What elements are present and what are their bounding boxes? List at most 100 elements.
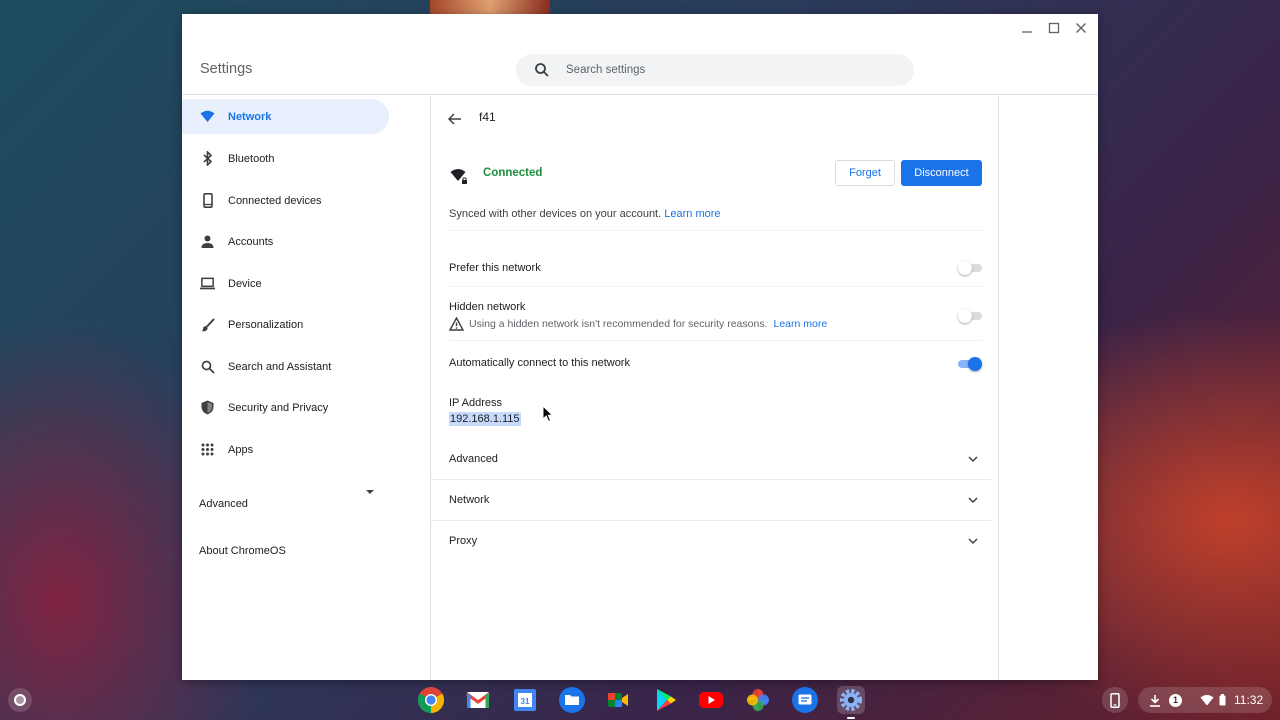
chevron-down-icon bbox=[968, 538, 978, 545]
divider bbox=[431, 520, 991, 521]
shelf-app-play-store[interactable] bbox=[651, 686, 679, 714]
network-section[interactable]: Network bbox=[449, 490, 983, 510]
wallpaper-accent bbox=[430, 0, 550, 14]
advanced-section[interactable]: Advanced bbox=[449, 449, 983, 469]
settings-window: Settings Network Bluetooth Connected dev… bbox=[182, 14, 1098, 680]
network-detail-page: f41 Connected Forget Disconnect Synced w… bbox=[431, 96, 999, 680]
auto-connect-toggle[interactable] bbox=[958, 357, 982, 371]
status-tray[interactable]: 1 11:32 bbox=[1138, 687, 1272, 713]
shelf-app-photos[interactable] bbox=[744, 686, 772, 714]
download-icon bbox=[1149, 694, 1161, 707]
shelf-app-settings[interactable] bbox=[837, 686, 865, 714]
sidebar: Network Bluetooth Connected devices Acco… bbox=[182, 96, 431, 680]
sidebar-item-personalization[interactable]: Personalization bbox=[182, 307, 389, 342]
apps-grid-icon bbox=[200, 442, 215, 457]
search-icon bbox=[200, 359, 215, 374]
mouse-cursor-icon bbox=[542, 405, 554, 423]
gmail-icon bbox=[466, 692, 490, 708]
section-label: Network bbox=[449, 494, 490, 506]
sidebar-item-label: Bluetooth bbox=[228, 152, 275, 165]
phone-hub-button[interactable] bbox=[1102, 687, 1128, 713]
sidebar-item-label: Device bbox=[228, 277, 262, 290]
sidebar-advanced[interactable]: Advanced bbox=[199, 498, 248, 510]
files-folder-icon bbox=[559, 687, 585, 713]
sidebar-item-label: Connected devices bbox=[228, 194, 322, 207]
battery-icon bbox=[1219, 694, 1226, 706]
ip-address-value[interactable]: 192.168.1.115 bbox=[449, 412, 521, 426]
phone-icon bbox=[1110, 692, 1120, 708]
back-button[interactable] bbox=[445, 109, 465, 129]
notification-count-badge: 1 bbox=[1169, 693, 1182, 707]
wifi-secure-icon bbox=[450, 169, 467, 184]
sidebar-item-label: Network bbox=[228, 110, 272, 123]
chevron-down-icon bbox=[968, 497, 978, 504]
divider bbox=[449, 340, 983, 341]
shelf-app-files[interactable] bbox=[558, 686, 586, 714]
search-settings-box[interactable] bbox=[516, 54, 914, 86]
sidebar-item-label: Apps bbox=[228, 443, 254, 456]
hidden-network-title: Hidden network bbox=[449, 301, 526, 313]
ip-address-label: IP Address bbox=[449, 397, 502, 409]
sidebar-item-connected-devices[interactable]: Connected devices bbox=[182, 183, 389, 218]
shelf-app-meet[interactable] bbox=[604, 686, 632, 714]
svg-text:31: 31 bbox=[521, 697, 530, 706]
hidden-network-toggle[interactable] bbox=[958, 309, 982, 323]
divider bbox=[449, 230, 983, 231]
forget-button[interactable]: Forget bbox=[835, 160, 895, 186]
sidebar-item-label: Security and Privacy bbox=[228, 401, 329, 414]
learn-more-link[interactable]: Learn more bbox=[664, 208, 720, 220]
meet-icon bbox=[608, 693, 628, 707]
sidebar-item-security-and-privacy[interactable]: Security and Privacy bbox=[182, 390, 389, 425]
sidebar-item-search-and-assistant[interactable]: Search and Assistant bbox=[182, 349, 389, 384]
shelf-app-chrome[interactable] bbox=[417, 686, 445, 714]
sidebar-item-label: Personalization bbox=[228, 318, 304, 331]
active-app-indicator bbox=[847, 717, 855, 719]
bluetooth-icon bbox=[200, 151, 215, 166]
sidebar-item-apps[interactable]: Apps bbox=[182, 432, 389, 467]
phone-icon bbox=[200, 193, 215, 208]
auto-connect-label: Automatically connect to this network bbox=[449, 357, 630, 369]
search-icon bbox=[535, 63, 549, 77]
shelf-app-youtube[interactable] bbox=[697, 686, 725, 714]
laptop-icon bbox=[200, 276, 215, 291]
sidebar-item-device[interactable]: Device bbox=[182, 266, 389, 301]
play-store-icon bbox=[657, 689, 676, 711]
sidebar-item-label: Accounts bbox=[228, 235, 274, 248]
warning-text: Using a hidden network isn't recommended… bbox=[469, 318, 768, 330]
launcher-button[interactable] bbox=[8, 688, 32, 712]
hidden-network-warning: Using a hidden network isn't recommended… bbox=[449, 317, 827, 331]
shelf-app-calendar[interactable]: 31 bbox=[511, 686, 539, 714]
warning-icon bbox=[449, 317, 464, 331]
proxy-section[interactable]: Proxy bbox=[449, 531, 983, 551]
sidebar-item-accounts[interactable]: Accounts bbox=[182, 224, 389, 259]
messages-icon bbox=[792, 687, 818, 713]
photos-pinwheel-icon bbox=[747, 689, 769, 711]
chrome-icon bbox=[417, 687, 445, 714]
section-label: Advanced bbox=[449, 453, 498, 465]
synced-text: Synced with other devices on your accoun… bbox=[449, 208, 662, 220]
divider bbox=[431, 479, 991, 480]
shelf-app-gmail[interactable] bbox=[464, 686, 492, 714]
prefer-network-label: Prefer this network bbox=[449, 262, 541, 274]
search-input[interactable] bbox=[566, 64, 886, 76]
launcher-icon bbox=[14, 694, 26, 706]
chevron-down-icon bbox=[968, 456, 978, 463]
sidebar-item-bluetooth[interactable]: Bluetooth bbox=[182, 141, 389, 176]
app-title: Settings bbox=[200, 61, 253, 77]
settings-header: Settings bbox=[182, 14, 1098, 95]
sidebar-item-network[interactable]: Network bbox=[182, 99, 389, 134]
youtube-icon bbox=[699, 692, 723, 708]
learn-more-link[interactable]: Learn more bbox=[773, 318, 827, 330]
shelf-app-messages[interactable] bbox=[791, 686, 819, 714]
calendar-icon: 31 bbox=[514, 689, 536, 711]
toggle-thumb bbox=[968, 357, 982, 371]
gear-icon bbox=[840, 689, 862, 711]
person-icon bbox=[200, 234, 215, 249]
disconnect-button[interactable]: Disconnect bbox=[901, 160, 982, 186]
sidebar-item-label: Search and Assistant bbox=[228, 360, 332, 373]
section-label: Proxy bbox=[449, 535, 478, 547]
wifi-icon bbox=[200, 109, 215, 124]
sidebar-about-chromeos[interactable]: About ChromeOS bbox=[199, 545, 286, 557]
shelf: 31 1 11:32 bbox=[0, 680, 1280, 720]
prefer-network-toggle[interactable] bbox=[958, 261, 982, 275]
